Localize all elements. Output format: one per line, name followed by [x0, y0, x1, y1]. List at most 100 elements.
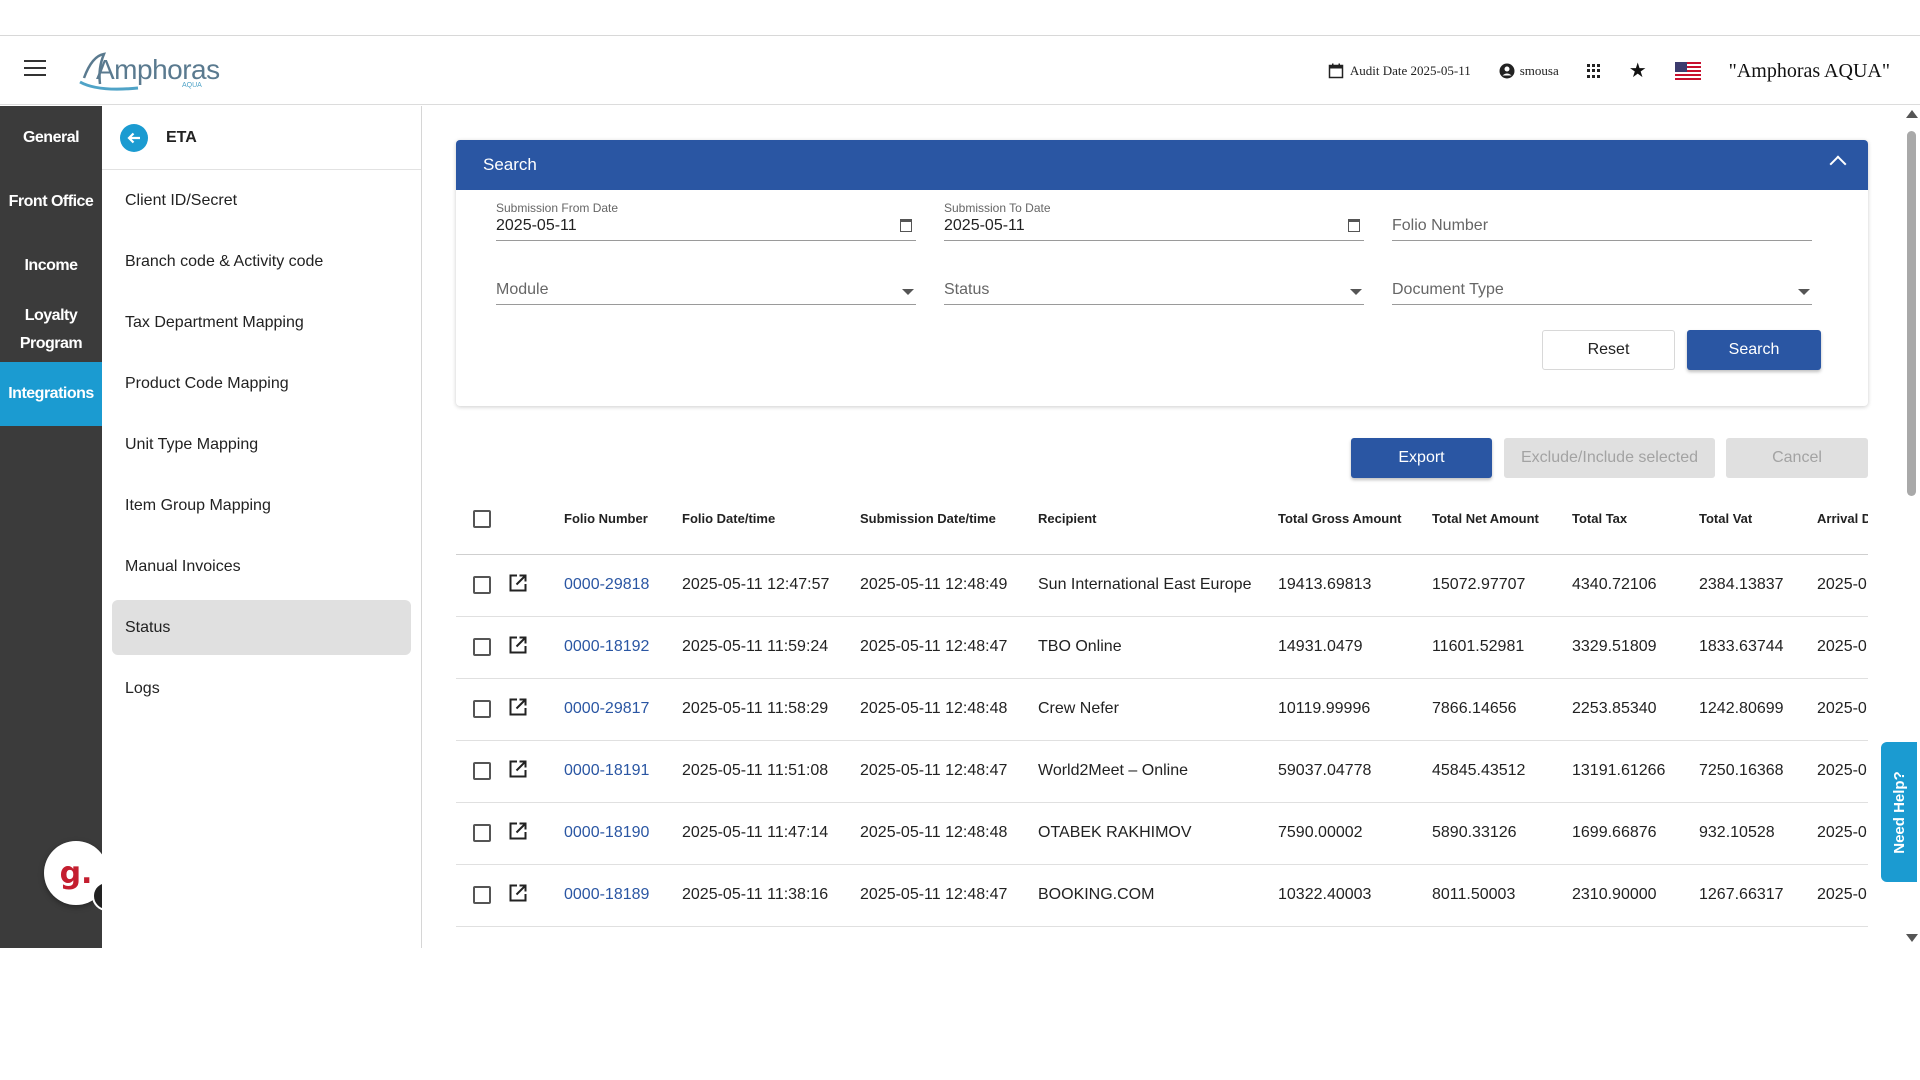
column-header-folio-number[interactable]: Folio Number	[564, 484, 682, 555]
cell-folio-number-link[interactable]: 0000-18189	[564, 864, 682, 927]
sub-nav-item-branch-code[interactable]: Branch code & Activity code	[102, 231, 421, 292]
document-type-select[interactable]: Document Type	[1392, 265, 1812, 305]
open-in-new-icon[interactable]	[508, 821, 528, 841]
open-in-new-icon[interactable]	[508, 635, 528, 655]
module-select[interactable]: Module	[496, 265, 916, 305]
open-in-new-icon[interactable]	[508, 697, 528, 717]
status-select[interactable]: Status	[944, 265, 1364, 305]
rail-item-front-office[interactable]: Front Office	[0, 170, 102, 234]
search-panel: Search Submission From Date 2025-05-11 S…	[456, 140, 1868, 406]
calendar-icon[interactable]	[1348, 219, 1360, 232]
cancel-button[interactable]: Cancel	[1726, 438, 1868, 478]
row-checkbox[interactable]	[473, 824, 491, 842]
row-checkbox[interactable]	[473, 762, 491, 780]
rail-item-integrations[interactable]: Integrations	[0, 362, 102, 426]
column-header-recipient[interactable]: Recipient	[1038, 484, 1278, 555]
reset-button[interactable]: Reset	[1542, 330, 1675, 370]
sub-nav-item-status[interactable]: Status	[112, 600, 411, 655]
cell-total-gross: 10322.40003	[1278, 864, 1432, 927]
open-cell	[508, 864, 564, 927]
open-in-new-icon[interactable]	[508, 759, 528, 779]
calendar-icon[interactable]	[900, 219, 912, 232]
column-header-folio-date[interactable]: Folio Date/time	[682, 484, 860, 555]
main-content: Search Submission From Date 2025-05-11 S…	[423, 106, 1903, 948]
sub-nav-item-logs[interactable]: Logs	[102, 658, 421, 719]
row-checkbox[interactable]	[473, 700, 491, 718]
status-table: Folio Number Folio Date/time Submission …	[456, 484, 1868, 948]
row-checkbox[interactable]	[473, 576, 491, 594]
sub-nav-item-manual-invoices[interactable]: Manual Invoices	[102, 536, 421, 597]
folio-number-field[interactable]: Folio Number	[1392, 201, 1812, 241]
document-type-placeholder: Document Type	[1392, 281, 1504, 298]
sub-nav-item-item-group[interactable]: Item Group Mapping	[102, 475, 421, 536]
cell-arrival-date: 2025-0	[1817, 740, 1868, 803]
hotel-name[interactable]: "Amphoras AQUA"	[1729, 60, 1890, 83]
row-select-cell	[456, 554, 508, 617]
sub-nav-item-unit-type[interactable]: Unit Type Mapping	[102, 414, 421, 475]
cell-folio-number-link[interactable]: 0000-18190	[564, 802, 682, 865]
column-header-total-vat[interactable]: Total Vat	[1699, 484, 1817, 555]
need-help-tab[interactable]: Need Help?	[1881, 742, 1917, 882]
table-row[interactable]: 0000-29817 2025-05-11 11:58:29 2025-05-11 …	[456, 678, 1868, 741]
user-menu[interactable]: smousa	[1499, 63, 1559, 79]
cell-total-net: 45845.43512	[1432, 740, 1572, 803]
username: smousa	[1519, 63, 1559, 78]
column-header-submission-date[interactable]: Submission Date/time	[860, 484, 1038, 555]
audit-date[interactable]: Audit Date 2025-05-11	[1328, 63, 1471, 79]
row-select-cell	[456, 802, 508, 865]
table-row[interactable]: 0000-29818 2025-05-11 12:47:57 2025-05-11 …	[456, 554, 1868, 617]
arrow-left-icon	[127, 132, 140, 143]
open-in-new-icon[interactable]	[508, 573, 528, 593]
row-checkbox[interactable]	[473, 886, 491, 904]
open-cell	[508, 740, 564, 803]
hamburger-menu-icon[interactable]	[24, 60, 46, 78]
row-checkbox[interactable]	[473, 638, 491, 656]
table-row[interactable]: 0000-18189 2025-05-11 11:38:16 2025-05-11 …	[456, 864, 1868, 927]
sub-nav-item-tax-department[interactable]: Tax Department Mapping	[102, 292, 421, 353]
rail-item-income[interactable]: Income	[0, 234, 102, 298]
cell-folio-number-link[interactable]: 0000-18192	[564, 616, 682, 679]
column-header-total-tax[interactable]: Total Tax	[1572, 484, 1699, 555]
cell-submission-datetime: 2025-05-11 12:48:47	[860, 864, 1038, 927]
sub-nav-item-product-code[interactable]: Product Code Mapping	[102, 353, 421, 414]
export-button[interactable]: Export	[1351, 438, 1492, 478]
calendar-icon	[1328, 63, 1344, 79]
rail-item-loyalty-program[interactable]: Loyalty Program	[11, 298, 91, 362]
sub-nav-item-client-id[interactable]: Client ID/Secret	[102, 170, 421, 231]
cell-folio-datetime: 2025-05-11 11:51:08	[682, 740, 860, 803]
cell-recipient: TBO Online	[1038, 616, 1278, 679]
table-row[interactable]: 0000-18192 2025-05-11 11:59:24 2025-05-11 …	[456, 616, 1868, 679]
back-arrow-button[interactable]	[120, 123, 148, 152]
cell-folio-number-link[interactable]: 0000-18191	[564, 740, 682, 803]
favorite-star-icon[interactable]: ★	[1629, 61, 1647, 81]
scroll-down-arrow-icon[interactable]	[1906, 934, 1918, 942]
search-panel-header[interactable]: Search	[456, 140, 1868, 190]
table-row[interactable]: 0000-18190 2025-05-11 11:47:14 2025-05-11 …	[456, 802, 1868, 865]
cell-total-vat: 7250.16368	[1699, 740, 1817, 803]
scrollbar-thumb[interactable]	[1907, 131, 1916, 496]
us-flag-icon[interactable]	[1674, 62, 1701, 80]
collapse-chevron-icon[interactable]	[1829, 155, 1847, 173]
open-in-new-icon[interactable]	[508, 883, 528, 903]
apps-grid-icon[interactable]	[1586, 64, 1601, 78]
table-row[interactable]: 0000-18191 2025-05-11 11:51:08 2025-05-11 …	[456, 740, 1868, 803]
exclude-include-button[interactable]: Exclude/Include selected	[1504, 438, 1715, 478]
submission-from-date-field[interactable]: Submission From Date 2025-05-11	[496, 201, 916, 241]
column-header-total-gross[interactable]: Total Gross Amount	[1278, 484, 1432, 555]
cell-arrival-date: 2025-0	[1817, 678, 1868, 741]
cell-folio-number-link[interactable]: 0000-29817	[564, 678, 682, 741]
dropdown-arrow-icon	[902, 289, 914, 295]
cell-recipient: Sun International East Europe	[1038, 554, 1278, 617]
row-select-cell	[456, 864, 508, 927]
scroll-up-arrow-icon[interactable]	[1906, 110, 1918, 118]
cell-total-tax: 1699.66876	[1572, 802, 1699, 865]
cell-total-net: 5890.33126	[1432, 802, 1572, 865]
column-header-arrival-date[interactable]: Arrival D	[1817, 484, 1868, 555]
cell-total-gross: 14931.0479	[1278, 616, 1432, 679]
submission-to-date-field[interactable]: Submission To Date 2025-05-11	[944, 201, 1364, 241]
search-button[interactable]: Search	[1687, 330, 1821, 370]
column-header-total-net[interactable]: Total Net Amount	[1432, 484, 1572, 555]
cell-folio-number-link[interactable]: 0000-29818	[564, 554, 682, 617]
select-all-checkbox[interactable]	[473, 509, 491, 528]
rail-item-general[interactable]: General	[0, 106, 102, 170]
